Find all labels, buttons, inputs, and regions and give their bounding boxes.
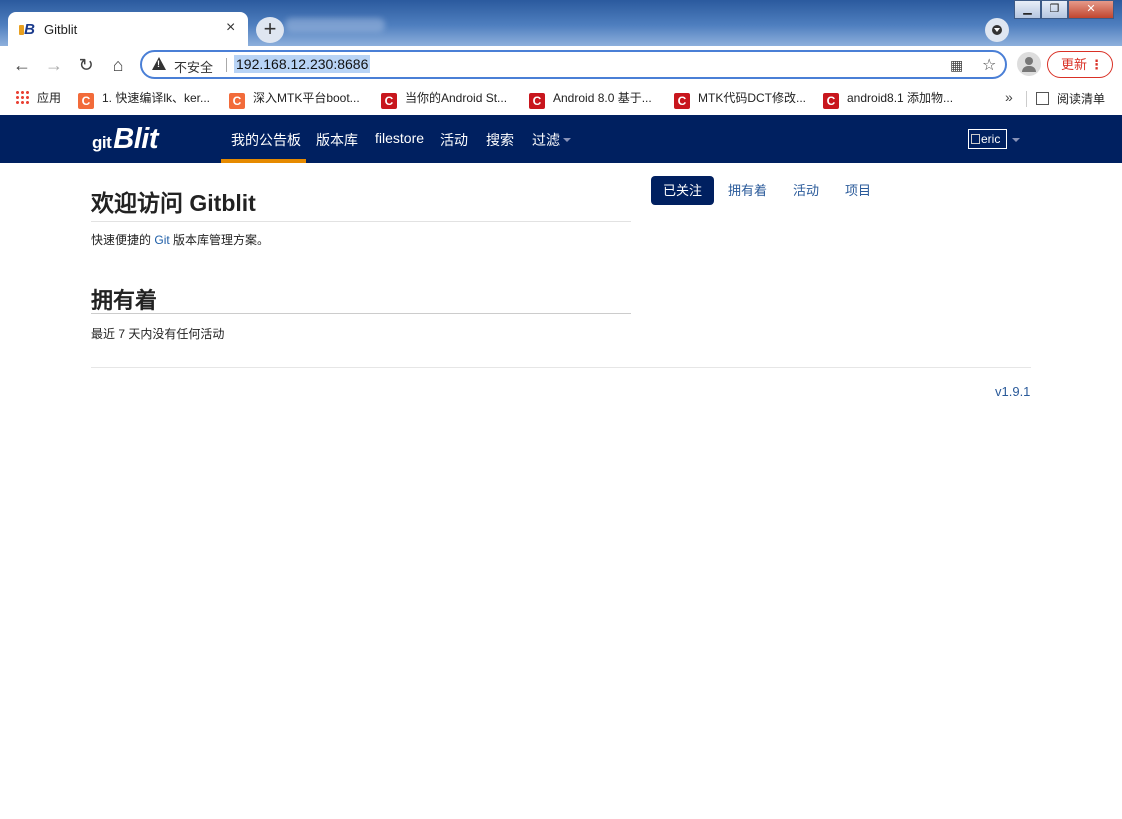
nav-filters-label: 过滤 <box>532 132 560 148</box>
bookmark-item[interactable]: C MTK代码DCT修改... <box>674 90 806 109</box>
bookmark-item[interactable]: C 深入MTK平台boot... <box>229 90 360 109</box>
window-controls: ▁ ❐ ✕ <box>1014 0 1114 20</box>
warning-icon[interactable] <box>152 57 166 70</box>
gitblit-favicon-icon: B <box>19 21 35 38</box>
reading-list-icon <box>1036 92 1049 105</box>
bookmark-label: 1. 快速编译lk、ker... <box>102 91 211 105</box>
page-title: 欢迎访问 Gitblit <box>91 190 256 216</box>
bookmark-label: 深入MTK平台boot... <box>253 91 360 105</box>
menu-dots-icon: ⋮ <box>1090 57 1103 72</box>
bookmark-item[interactable]: C 1. 快速编译lk、ker... <box>78 90 211 109</box>
nav-dashboard[interactable]: 我的公告板 <box>231 130 301 150</box>
reload-icon[interactable]: ↻ <box>76 55 96 75</box>
chevron-down-icon <box>563 138 571 142</box>
gitblit-navbar: gitBlit 我的公告板 版本库 filestore 活动 搜索 过滤 eri… <box>0 115 1122 163</box>
tab-title: Gitblit <box>44 22 78 37</box>
home-icon[interactable]: ⌂ <box>108 55 128 75</box>
tab-starred[interactable]: 已关注 <box>651 176 714 205</box>
update-label: 更新 <box>1061 57 1088 72</box>
apps-grid-icon <box>15 90 29 104</box>
owned-section-title: 拥有着 <box>91 288 158 313</box>
owned-divider <box>91 313 631 314</box>
bookmark-apps[interactable]: 应用 <box>15 90 61 108</box>
gitblit-logo[interactable]: gitBlit <box>92 123 158 156</box>
footer-divider <box>91 367 1031 368</box>
bookmark-item[interactable]: Candroid8.1 添加物... <box>823 90 954 109</box>
no-activity-message: 最近 7 天内没有任何活动 <box>91 327 225 341</box>
qr-code-icon[interactable]: ▦ <box>950 57 963 74</box>
tab-activity[interactable]: 活动 <box>793 176 819 205</box>
nav-activity[interactable]: 活动 <box>440 130 468 150</box>
logo-main: Blit <box>113 123 158 155</box>
bookmark-label: android8.1 添加物... <box>847 91 954 105</box>
update-button[interactable]: 更新 ⋮ <box>1047 51 1113 78</box>
nav-filters[interactable]: 过滤 <box>532 130 571 150</box>
bookmarks-bar: 应用 C 1. 快速编译lk、ker... C 深入MTK平台boot... C 当你… <box>0 84 1122 114</box>
csdn-icon: C <box>823 93 839 109</box>
back-icon[interactable]: ← <box>12 55 32 75</box>
bookmark-label: 应用 <box>37 91 62 105</box>
minimize-button[interactable]: ▁ <box>1014 0 1041 19</box>
address-bar[interactable]: 不安全 192.168.12.230:8686 ▦ ☆ <box>140 50 1007 79</box>
nav-filestore[interactable]: filestore <box>375 130 424 146</box>
bookmark-label: MTK代码DCT修改... <box>698 91 806 105</box>
bookmarks-divider <box>1026 91 1027 107</box>
maximize-button[interactable]: ❐ <box>1041 0 1068 19</box>
logo-prefix: git <box>92 133 112 152</box>
browser-tabstrip: B Gitblit × + ▁ ❐ ✕ <box>0 0 1122 46</box>
tab-owned[interactable]: 拥有着 <box>728 176 767 205</box>
address-divider <box>226 58 227 72</box>
browser-toolbar: ← → ↻ ⌂ 不安全 192.168.12.230:8686 ▦ ☆ 更新 ⋮ <box>0 46 1122 84</box>
nav-repositories[interactable]: 版本库 <box>316 130 358 150</box>
avatar-alt-text: eric <box>981 132 1001 146</box>
security-label[interactable]: 不安全 <box>174 57 213 76</box>
profile-avatar-icon[interactable] <box>1017 52 1041 76</box>
csdn-icon: C <box>78 93 94 109</box>
user-avatar[interactable]: eric <box>968 129 1007 149</box>
reading-list-label: 阅读清单 <box>1057 92 1106 106</box>
title-divider <box>91 221 631 222</box>
bookmark-label: Android 8.0 基于... <box>553 91 652 105</box>
csdn-icon: C <box>229 93 245 109</box>
bookmark-item[interactable]: C 当你的Android St... <box>381 90 508 109</box>
nav-search[interactable]: 搜索 <box>486 130 514 150</box>
reading-list-button[interactable]: 阅读清单 <box>1036 90 1105 107</box>
bookmark-item[interactable]: C Android 8.0 基于... <box>529 90 652 109</box>
bookmark-star-icon[interactable]: ☆ <box>982 55 996 75</box>
git-link[interactable]: Git <box>154 233 169 247</box>
close-window-button[interactable]: ✕ <box>1068 0 1114 19</box>
tagline-prefix: 快速便捷的 <box>91 233 152 247</box>
csdn-icon: C <box>529 93 545 109</box>
bookmark-label: 当你的Android St... <box>405 91 508 105</box>
forward-icon[interactable]: → <box>44 55 64 75</box>
bookmarks-overflow-icon[interactable]: » <box>1005 89 1013 105</box>
csdn-icon: C <box>674 93 690 109</box>
tab-search-icon[interactable] <box>985 18 1009 42</box>
user-menu-chevron-icon[interactable] <box>1012 138 1020 142</box>
version-link[interactable]: v1.9.1 <box>995 384 1030 399</box>
blurred-tab-placeholder <box>285 18 385 32</box>
new-tab-button[interactable]: + <box>256 17 284 43</box>
tagline: 快速便捷的 Git 版本库管理方案。 <box>91 231 269 248</box>
tab-close-icon[interactable]: × <box>226 19 235 37</box>
active-nav-indicator <box>221 159 306 163</box>
csdn-icon: C <box>381 93 397 109</box>
tagline-suffix: 版本库管理方案。 <box>173 233 270 247</box>
url-text[interactable]: 192.168.12.230:8686 <box>234 55 371 73</box>
browser-tab-gitblit[interactable]: B Gitblit × <box>8 12 248 46</box>
tab-projects[interactable]: 项目 <box>845 176 871 205</box>
